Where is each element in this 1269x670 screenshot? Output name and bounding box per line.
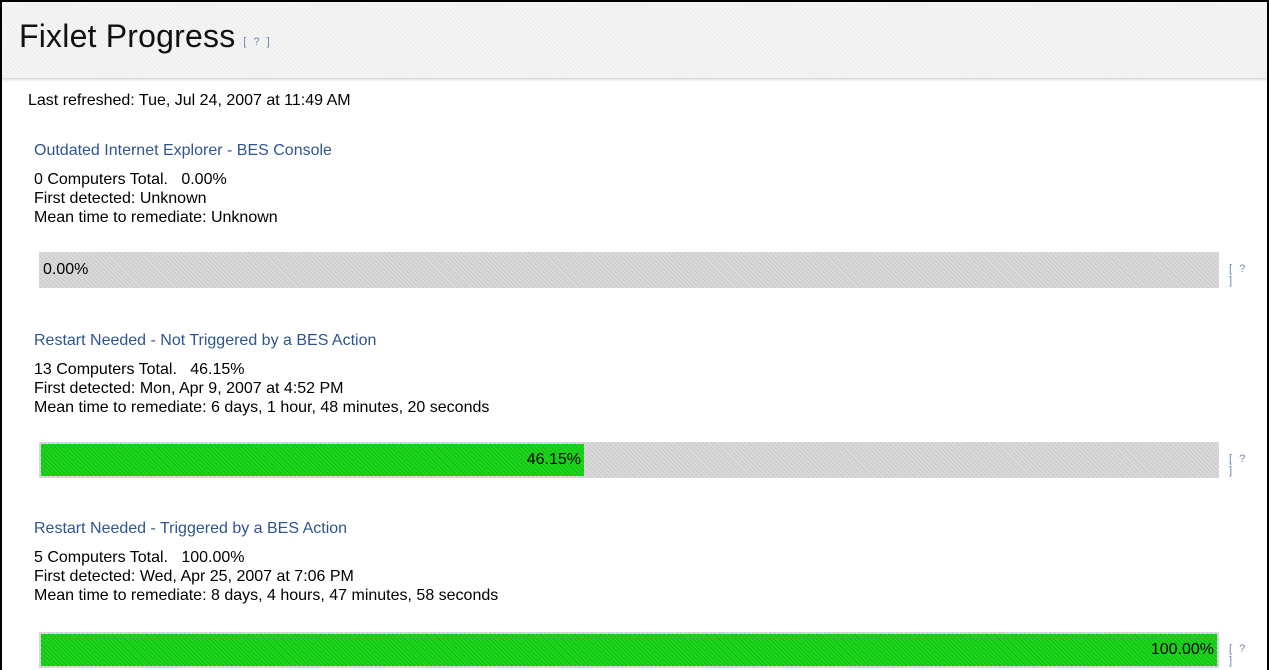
fixlet-progress-panel: Fixlet Progress [ ? ] Last refreshed: Tue…	[0, 0, 1269, 670]
progress-help-link[interactable]: [ ? ]	[1229, 263, 1256, 287]
first-detected-text: First detected: Mon, Apr 9, 2007 at 4:52…	[34, 380, 344, 397]
progress-bar-label: 46.15%	[526, 451, 581, 468]
fixlet-title-link[interactable]: Restart Needed - Not Triggered by a BES …	[34, 332, 1256, 352]
computers-total-text: 5 Computers Total. 100.00%	[34, 549, 245, 566]
last-refreshed-text: Last refreshed: Tue, Jul 24, 2007 at 11:…	[28, 92, 351, 109]
progress-bar: 100.00%	[39, 632, 1219, 668]
first-detected-text: First detected: Unknown	[34, 190, 207, 207]
computers-total-text: 13 Computers Total. 46.15%	[34, 361, 245, 378]
progress-bar-row: 0.00% [ ? ]	[39, 252, 1256, 288]
progress-bar-fill	[41, 634, 1217, 666]
progress-help-link[interactable]: [ ? ]	[1229, 453, 1256, 477]
progress-bar: 0.00%	[39, 252, 1219, 288]
computers-total-text: 0 Computers Total. 0.00%	[34, 171, 227, 188]
fixlet-entry: Restart Needed - Triggered by a BES Acti…	[34, 520, 1256, 668]
progress-bar-row: 100.00% [ ? ]	[39, 632, 1256, 668]
panel-header: Fixlet Progress [ ? ]	[2, 2, 1267, 82]
fixlet-info: 13 Computers Total. 46.15% First detecte…	[34, 360, 1256, 417]
fixlet-title-link[interactable]: Restart Needed - Triggered by a BES Acti…	[34, 520, 1256, 540]
page-title: Fixlet Progress	[19, 18, 236, 54]
mean-time-text: Mean time to remediate: 8 days, 4 hours,…	[34, 587, 499, 604]
progress-help-link[interactable]: [ ? ]	[1229, 643, 1256, 667]
fixlet-entry: Outdated Internet Explorer - BES Console…	[34, 142, 1256, 288]
fixlet-title-link[interactable]: Outdated Internet Explorer - BES Console	[34, 142, 1256, 162]
fixlet-info: 5 Computers Total. 100.00% First detecte…	[34, 548, 1256, 605]
progress-bar-label: 0.00%	[43, 261, 89, 278]
mean-time-text: Mean time to remediate: Unknown	[34, 209, 278, 226]
progress-bar-fill	[41, 444, 584, 476]
mean-time-text: Mean time to remediate: 6 days, 1 hour, …	[34, 399, 490, 416]
help-link[interactable]: [ ? ]	[243, 36, 271, 48]
progress-bar: 46.15%	[39, 442, 1219, 478]
first-detected-text: First detected: Wed, Apr 25, 2007 at 7:0…	[34, 568, 354, 585]
progress-bar-label: 100.00%	[1150, 641, 1214, 658]
fixlet-info: 0 Computers Total. 0.00% First detected:…	[34, 170, 1256, 227]
progress-bar-row: 46.15% [ ? ]	[39, 442, 1256, 478]
fixlet-entry: Restart Needed - Not Triggered by a BES …	[34, 332, 1256, 478]
